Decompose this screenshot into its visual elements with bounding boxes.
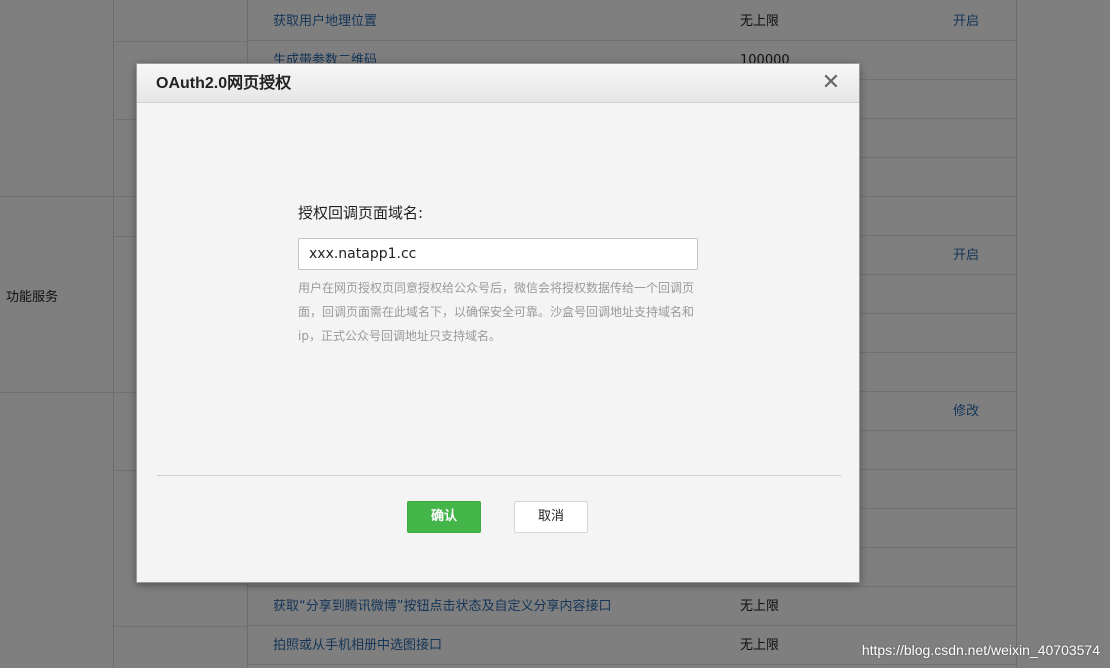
dialog-title: OAuth2.0网页授权 [156, 75, 292, 92]
callback-domain-help: 用户在网页授权页同意授权给公众号后，微信会将授权数据传给一个回调页面，回调页面需… [298, 281, 695, 343]
dialog-divider [157, 475, 841, 476]
dialog-header: OAuth2.0网页授权 ✕ [137, 64, 859, 103]
confirm-button[interactable]: 确认 [407, 501, 481, 533]
cancel-button[interactable]: 取消 [514, 501, 588, 533]
close-icon[interactable]: ✕ [821, 72, 841, 94]
callback-domain-label: 授权回调页面域名: [298, 204, 424, 222]
watermark: https://blog.csdn.net/weixin_40703574 [861, 642, 1100, 658]
oauth-dialog: OAuth2.0网页授权 ✕ 授权回调页面域名: 用户在网页授权页同意授权给公众… [136, 63, 860, 583]
callback-domain-input[interactable] [298, 238, 698, 270]
